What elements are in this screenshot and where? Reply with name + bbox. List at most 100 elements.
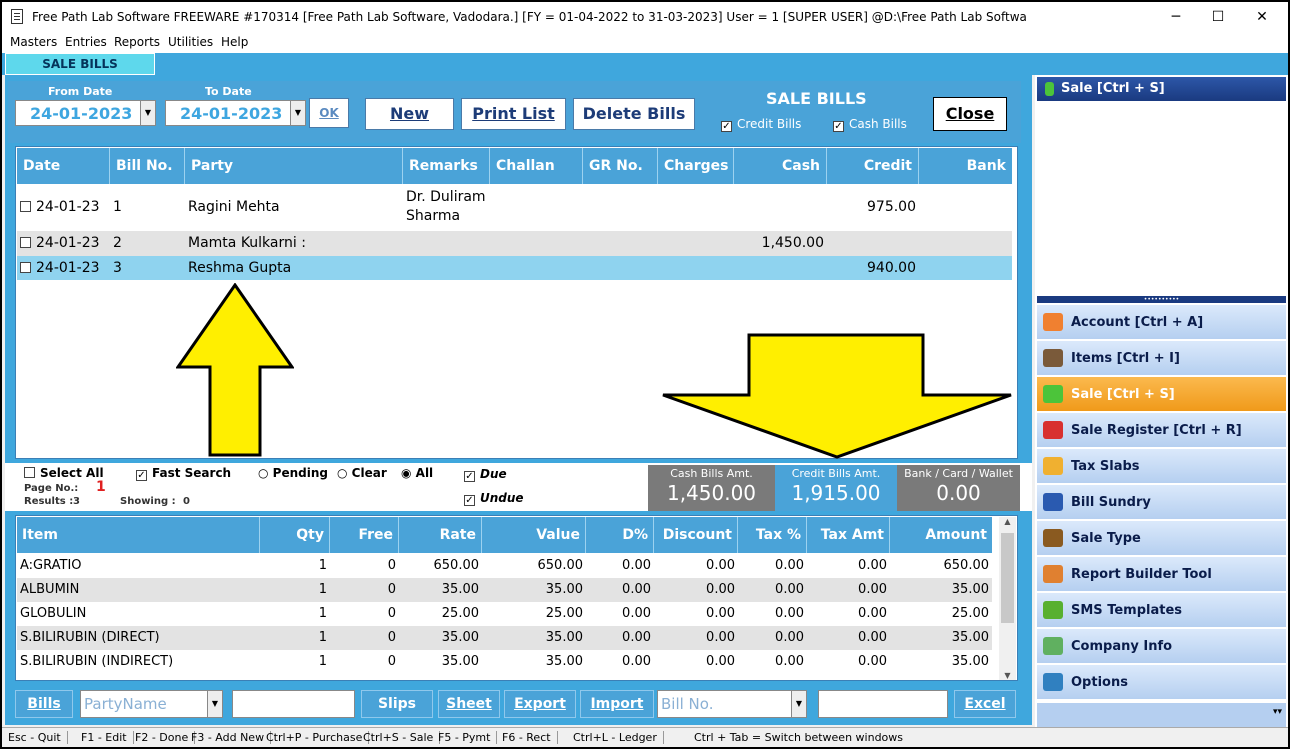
nav-item-bill[interactable]: Bill Sundry: [1037, 485, 1286, 520]
col-bill-no[interactable]: Bill No.: [110, 148, 185, 184]
export-label: Export: [514, 696, 566, 712]
nav-item-label: Sale [Ctrl + S]: [1071, 387, 1175, 402]
export-button[interactable]: Export: [504, 690, 576, 718]
panel-splitter[interactable]: ••••••••••: [1037, 296, 1286, 303]
nav-item-account[interactable]: Account [Ctrl + A]: [1037, 305, 1286, 340]
col-date[interactable]: Date: [17, 148, 110, 184]
minimize-button[interactable]: ─: [1154, 2, 1198, 32]
menu-reports[interactable]: Reports: [114, 35, 160, 49]
nav-item-items[interactable]: Items [Ctrl + I]: [1037, 341, 1286, 376]
chevron-down-icon[interactable]: ▼: [140, 101, 155, 125]
col-remarks[interactable]: Remarks: [403, 148, 490, 184]
nav-item-options[interactable]: Options: [1037, 665, 1286, 700]
col-qty[interactable]: Qty: [260, 517, 330, 553]
bill-no-input[interactable]: [818, 690, 948, 718]
item-discount-pct: 0.00: [622, 582, 651, 597]
col-bank[interactable]: Bank: [919, 148, 1012, 184]
col-tax-amt[interactable]: Tax Amt: [807, 517, 890, 553]
select-all-checkbox[interactable]: Select All: [24, 466, 104, 480]
row-checkbox[interactable]: 24-01-23: [20, 235, 100, 251]
nav-item-company[interactable]: Company Info: [1037, 629, 1286, 664]
due-checkbox[interactable]: ✓ Due: [464, 467, 507, 482]
from-date-picker[interactable]: 24-01-2023 ▼: [15, 100, 156, 126]
nav-item-label: Options: [1071, 675, 1128, 690]
col-party[interactable]: Party: [185, 148, 403, 184]
close-window-button[interactable]: ✕: [1240, 2, 1284, 32]
status-hint: Esc - Quit: [8, 731, 68, 744]
nav-item-report[interactable]: Report Builder Tool: [1037, 557, 1286, 592]
menu-utilities[interactable]: Utilities: [168, 35, 213, 49]
row-checkbox[interactable]: 24-01-23: [20, 199, 100, 215]
col-amount[interactable]: Amount: [890, 517, 992, 553]
print-list-button[interactable]: Print List: [461, 98, 566, 130]
col-discount[interactable]: Discount: [654, 517, 738, 553]
tab-sale-bills[interactable]: SALE BILLS: [5, 53, 155, 75]
slips-button[interactable]: Slips: [361, 690, 433, 718]
nav-item-sale[interactable]: Sale Type: [1037, 521, 1286, 556]
ok-button[interactable]: OK: [309, 98, 349, 128]
fast-search-checkbox[interactable]: ✓ Fast Search: [136, 466, 231, 481]
search-input[interactable]: [232, 690, 355, 718]
item-rate: 650.00: [433, 558, 480, 573]
nav-item-sms[interactable]: SMS Templates: [1037, 593, 1286, 628]
col-credit[interactable]: Credit: [827, 148, 919, 184]
item-discount-pct: 0.00: [622, 558, 651, 573]
cash-bills-checkbox[interactable]: ✓ Cash Bills: [833, 117, 907, 132]
excel-button[interactable]: Excel: [954, 690, 1016, 718]
import-button[interactable]: Import: [580, 690, 654, 718]
col-gr-no[interactable]: GR No.: [583, 148, 658, 184]
delete-bills-button[interactable]: Delete Bills: [573, 98, 695, 130]
item-row[interactable]: S.BILIRUBIN (INDIRECT) 1 0 35.00 35.00 0.00 0.…: [17, 650, 992, 674]
nav-item-label: Items [Ctrl + I]: [1071, 351, 1180, 366]
item-row[interactable]: GLOBULIN 1 0 25.00 25.00 0.00 0.00 0.00 0.00 25.0…: [17, 602, 992, 626]
bill-row[interactable]: 24-01-23 2 Mamta Kulkarni : 1,450.00: [17, 231, 1012, 256]
item-discount: 0.00: [706, 606, 735, 621]
bill-no-combo[interactable]: Bill No. ▼: [657, 690, 807, 718]
all-radio[interactable]: ◉ All: [401, 466, 433, 480]
bills-button[interactable]: Bills: [15, 690, 73, 718]
pending-radio[interactable]: ○ Pending: [258, 466, 328, 480]
close-button[interactable]: Close: [933, 97, 1007, 131]
item-row[interactable]: A:GRATIO 1 0 650.00 650.00 0.00 0.00 0.00 0.00 65…: [17, 554, 992, 578]
col-charges[interactable]: Charges: [658, 148, 734, 184]
chevron-down-icon[interactable]: ▼: [207, 691, 222, 717]
undue-checkbox[interactable]: ✓ Undue: [464, 491, 524, 506]
credit-bills-checkbox[interactable]: ✓ Credit Bills: [721, 117, 801, 132]
item-value: 650.00: [537, 558, 584, 573]
sheet-button[interactable]: Sheet: [438, 690, 500, 718]
col-free[interactable]: Free: [330, 517, 399, 553]
col-value[interactable]: Value: [482, 517, 586, 553]
gears-icon: [1043, 529, 1063, 547]
chevron-down-icon[interactable]: ▾▾: [1273, 707, 1282, 717]
new-button[interactable]: New: [365, 98, 454, 130]
party-name-combo[interactable]: PartyName ▼: [80, 690, 223, 718]
bill-row[interactable]: 24-01-23 1 Ragini Mehta Dr. Duliram Shar…: [17, 185, 1012, 230]
item-row[interactable]: ALBUMIN 1 0 35.00 35.00 0.00 0.00 0.00 0.00 35.00: [17, 578, 992, 602]
col-discount-pct[interactable]: D%: [586, 517, 654, 553]
menu-masters[interactable]: Masters: [10, 35, 57, 49]
vertical-scrollbar[interactable]: ▲ ▼: [999, 517, 1016, 680]
to-date-picker[interactable]: 24-01-2023 ▼: [165, 100, 306, 126]
nav-item-sale[interactable]: Sale Register [Ctrl + R]: [1037, 413, 1286, 448]
scroll-up-icon[interactable]: ▲: [999, 517, 1016, 526]
chevron-down-icon[interactable]: ▼: [791, 691, 806, 717]
col-rate[interactable]: Rate: [399, 517, 482, 553]
chevron-down-icon[interactable]: ▼: [290, 101, 305, 125]
nav-item-sale[interactable]: Sale [Ctrl + S]: [1037, 377, 1286, 412]
scroll-down-icon[interactable]: ▼: [999, 671, 1016, 680]
scroll-thumb[interactable]: [1001, 533, 1014, 623]
menu-entries[interactable]: Entries: [65, 35, 107, 49]
clear-radio[interactable]: ○ Clear: [337, 466, 387, 480]
menu-help[interactable]: Help: [221, 35, 248, 49]
col-challan[interactable]: Challan: [490, 148, 583, 184]
maximize-button[interactable]: ☐: [1196, 2, 1240, 32]
item-row[interactable]: S.BILIRUBIN (DIRECT) 1 0 35.00 35.00 0.00 0.00…: [17, 626, 992, 650]
col-tax-pct[interactable]: Tax %: [738, 517, 807, 553]
bill-row-selected[interactable]: 24-01-23 3 Reshma Gupta 940.00: [17, 256, 1012, 280]
col-cash[interactable]: Cash: [734, 148, 827, 184]
bank-total-label: Bank / Card / Wallet: [904, 467, 1013, 480]
bank-total-value: 0.00: [936, 481, 981, 505]
col-item[interactable]: Item: [17, 517, 260, 553]
nav-item-tax[interactable]: Tax Slabs: [1037, 449, 1286, 484]
row-checkbox[interactable]: 24-01-23: [20, 260, 100, 276]
